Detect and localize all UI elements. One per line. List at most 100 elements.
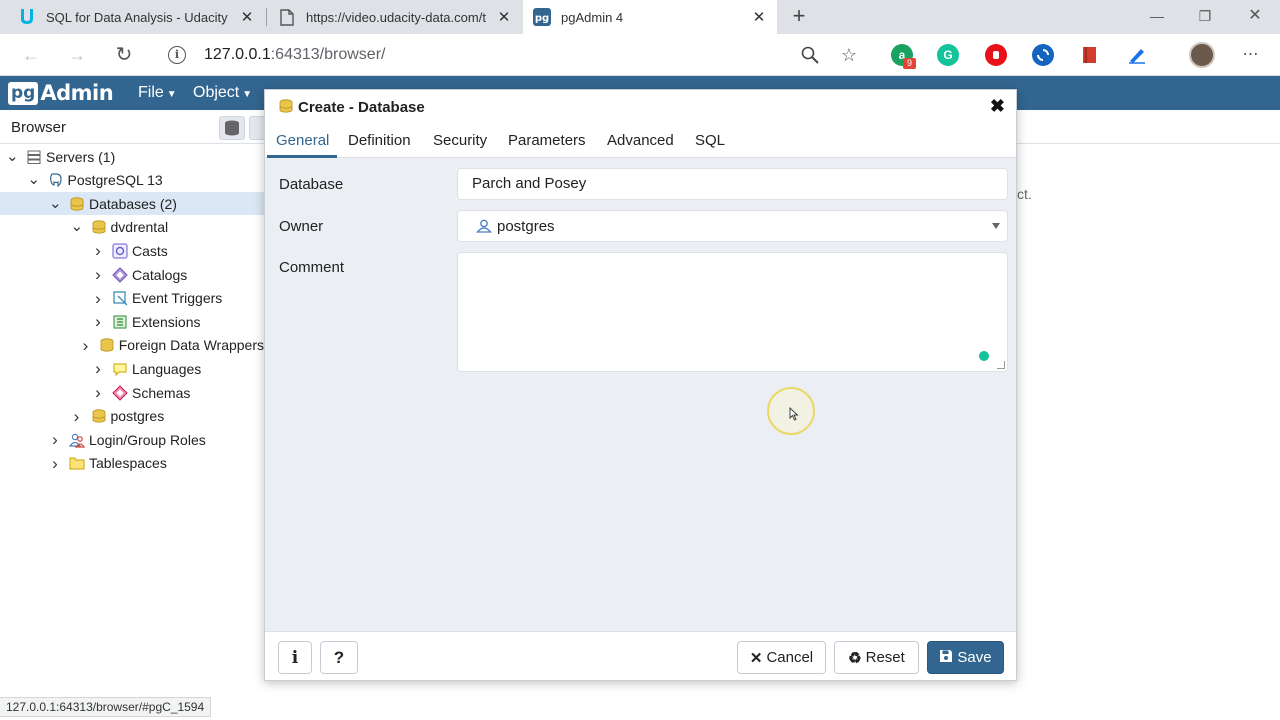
tree-item-label: Foreign Data Wrappers [118, 337, 264, 354]
close-icon[interactable]: ✕ [751, 8, 767, 26]
tab-separator [266, 8, 267, 26]
menu-object[interactable]: Object ▼ [193, 84, 252, 102]
comment-label: Comment [279, 259, 345, 276]
tree-item[interactable]: ⌄ dvdrental [0, 216, 264, 239]
browser-tab-pgadmin[interactable]: pg pgAdmin 4 ✕ [523, 0, 777, 34]
browser-tab-udacity[interactable]: SQL for Data Analysis - Udacity ✕ [8, 0, 265, 34]
tree-item[interactable]: › Casts [0, 239, 264, 262]
save-label: Save [957, 649, 992, 666]
tree-item[interactable]: › Event Triggers [0, 287, 264, 310]
tree-item[interactable]: › Languages [0, 357, 264, 380]
save-button[interactable]: Save [927, 641, 1004, 674]
info-icon[interactable]: i [168, 46, 186, 64]
tree-item-label: Servers (1) [46, 148, 116, 165]
chevron-right-icon[interactable]: › [71, 408, 83, 425]
tree-item-label: Extensions [132, 313, 201, 330]
close-icon[interactable]: ✖ [990, 96, 1005, 117]
recycle-icon: ♻ [848, 649, 862, 667]
comment-textarea[interactable] [457, 252, 1008, 372]
tree-item[interactable]: › Extensions [0, 310, 264, 333]
chevron-down-icon[interactable]: ⌄ [71, 219, 84, 234]
tree-item[interactable]: › Tablespaces [0, 452, 264, 475]
database-name-input[interactable]: Parch and Posey [457, 168, 1008, 200]
back-arrow-icon[interactable]: ← [18, 42, 44, 68]
tree-item[interactable]: ⌄ Databases (2) [0, 192, 264, 216]
create-database-dialog: Create - Database ✖ General Definition S… [264, 89, 1017, 681]
minimize-icon[interactable]: — [1134, 0, 1180, 34]
tree-item[interactable]: ⌄ PostgreSQL 13 [0, 169, 264, 192]
chevron-right-icon[interactable]: › [49, 455, 61, 472]
tree-item[interactable]: › Foreign Data Wrappers [0, 334, 264, 357]
chevron-right-icon[interactable]: › [92, 290, 104, 307]
tab-security[interactable]: Security [433, 132, 487, 149]
close-icon[interactable]: ✕ [496, 8, 512, 26]
owner-value: postgres [497, 217, 555, 235]
chevron-right-icon[interactable]: › [92, 313, 104, 330]
chevron-right-icon[interactable]: › [92, 242, 104, 259]
tree-item[interactable]: › postgres [0, 405, 264, 428]
forward-arrow-icon[interactable]: → [64, 42, 90, 68]
zoom-search-icon[interactable] [797, 42, 823, 68]
chevron-down-icon [992, 223, 1000, 229]
tab-general[interactable]: General [276, 132, 329, 149]
help-button[interactable]: ? [320, 641, 358, 674]
menu-file[interactable]: File ▼ [138, 84, 177, 102]
tree-item-label: Catalogs [132, 266, 188, 283]
cancel-label: Cancel [766, 649, 814, 666]
dialog-header[interactable]: Create - Database ✖ [265, 90, 1016, 124]
sync-icon[interactable] [1032, 44, 1054, 66]
bookmark-red-icon[interactable] [1079, 44, 1101, 66]
owner-select[interactable]: postgres [457, 210, 1008, 242]
tree-item-label: Event Triggers [132, 290, 223, 307]
profile-avatar[interactable] [1189, 42, 1215, 68]
resize-handle-icon[interactable] [997, 361, 1005, 369]
new-tab-button[interactable]: + [786, 4, 812, 30]
tab-sql[interactable]: SQL [695, 132, 725, 149]
chevron-right-icon[interactable]: › [92, 360, 104, 377]
window-close-icon[interactable]: ✕ [1232, 0, 1278, 34]
close-icon[interactable]: ✕ [239, 8, 255, 26]
tab-definition[interactable]: Definition [348, 132, 411, 149]
cancel-button[interactable]: ✕ Cancel [737, 641, 826, 674]
pg-logo-box: pg [8, 81, 39, 105]
view-data-icon[interactable] [249, 116, 264, 140]
event-triggers-icon [112, 290, 128, 306]
info-button[interactable]: i [278, 641, 312, 674]
mouse-pointer-icon [789, 406, 799, 424]
tree-item[interactable]: › Schemas [0, 381, 264, 404]
chevron-down-icon[interactable]: ⌄ [6, 149, 19, 164]
extensions-icon [112, 314, 128, 330]
chevron-right-icon[interactable]: › [92, 384, 104, 401]
database-label: Database [279, 176, 344, 193]
tab-parameters[interactable]: Parameters [508, 132, 586, 149]
tree-item[interactable]: › Catalogs [0, 263, 264, 286]
chevron-right-icon[interactable]: › [80, 337, 90, 354]
browser-tab-video[interactable]: https://video.udacity-data.com/t ✕ [268, 0, 522, 34]
menu-label: File [138, 84, 164, 101]
pen-icon[interactable] [1126, 44, 1148, 66]
chevron-down-icon[interactable]: ⌄ [49, 196, 62, 211]
chevron-right-icon[interactable]: › [49, 431, 61, 448]
catalogs-icon [112, 266, 128, 283]
pgadmin-logo[interactable]: pg Admin [8, 80, 114, 106]
more-menu-icon[interactable]: ⋯ [1238, 42, 1264, 68]
page-icon [278, 8, 296, 26]
chevron-down-icon[interactable]: ⌄ [28, 172, 41, 187]
adblock-icon[interactable] [985, 44, 1007, 66]
tab-advanced[interactable]: Advanced [607, 132, 674, 149]
extension-badge: 9 [903, 58, 916, 69]
tree-item-label: Databases (2) [89, 195, 177, 212]
tree-item[interactable]: › Login/Group Roles [0, 428, 264, 451]
favorite-star-icon[interactable]: ☆ [836, 42, 862, 68]
address-bar[interactable]: i 127.0.0.1:64313/browser/ [156, 39, 874, 71]
servers-icon [26, 149, 42, 165]
restore-icon[interactable]: ❐ [1182, 0, 1228, 34]
grammarly-g-icon[interactable]: G [937, 44, 959, 66]
grammarly-dot-icon[interactable] [979, 351, 989, 361]
chevron-right-icon[interactable]: › [92, 266, 104, 283]
reset-button[interactable]: ♻ Reset [834, 641, 919, 674]
tree-item[interactable]: ⌄ Servers (1) [0, 145, 264, 168]
refresh-icon[interactable]: ↻ [111, 42, 137, 68]
query-tool-icon[interactable] [219, 116, 245, 140]
pgadmin-icon: pg [533, 8, 551, 26]
